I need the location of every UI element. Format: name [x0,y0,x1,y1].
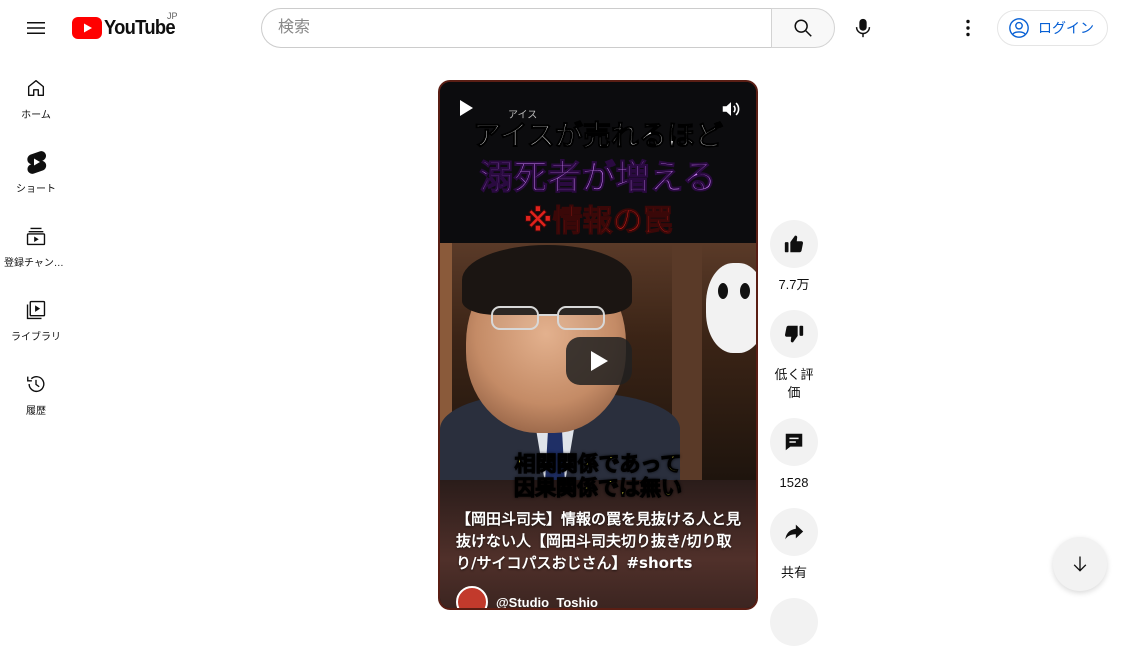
dislike-label: 低く評価 [774,367,814,400]
share-arrow-icon [785,524,804,540]
search-input[interactable] [261,8,771,48]
shorts-action-rail: 7.7万 低く評価 1528 共有 [770,220,818,646]
volume-icon [722,102,740,116]
voice-search-button[interactable] [843,8,883,48]
youtube-logo[interactable]: YouTube [72,16,181,40]
dislike-button[interactable] [770,310,818,358]
settings-more-button[interactable] [948,8,988,48]
share-action: 共有 [770,508,818,582]
sidebar-item-label: ホーム [21,110,51,121]
thumbs-down-icon [784,325,804,343]
mini-guide-sidebar: ホーム ショート 登録チャンネル ライブラリ 履歴 [0,56,72,426]
search-box [261,8,835,48]
caption-line-2: 因果関係では無い [514,476,683,501]
like-action: 7.7万 [770,220,818,294]
sidebar-item-shorts[interactable]: ショート [0,130,72,204]
login-label: ログイン [1038,20,1094,36]
mascot-eye [718,283,728,299]
comments-button[interactable] [770,418,818,466]
shorts-video-player[interactable]: アイス アイスが売れるほど 溺死者が増える ※情報の罠 相関関係であって 因果関… [438,80,758,610]
volume-button[interactable] [720,98,742,125]
sidebar-item-history[interactable]: 履歴 [0,352,72,426]
play-toggle-button[interactable] [458,99,474,122]
search-button[interactable] [771,8,835,48]
masthead: YouTube JP ログイン [0,0,1124,56]
like-count: 7.7万 [778,277,810,292]
video-title[interactable]: 【岡田斗司夫】情報の罠を見抜ける人と見抜けない人【岡田斗司夫切り抜き/切り取り/… [456,508,748,574]
mascot-eye [740,283,750,299]
headline-line-2: 溺死者が増える [479,158,717,199]
channel-row[interactable]: @Studio_Toshio [456,586,598,609]
account-circle-icon [1009,18,1029,38]
share-button[interactable] [770,508,818,556]
sidebar-item-label: 履歴 [26,406,46,417]
next-video-button[interactable] [1053,537,1107,591]
more-actions-button[interactable] [770,598,818,646]
sidebar-item-library[interactable]: ライブラリ [0,278,72,352]
guide-menu-button[interactable] [16,8,56,48]
microphone-icon [855,18,871,38]
sidebar-item-home[interactable]: ホーム [0,56,72,130]
like-button[interactable] [770,220,818,268]
play-icon [460,100,473,116]
play-icon [591,351,608,371]
dislike-action: 低く評価 [770,310,818,402]
mascot-figure [706,263,756,353]
subscriptions-icon [24,224,48,248]
logo-wordmark: YouTube [104,16,176,39]
channel-avatar[interactable] [456,586,488,608]
subtitle-caption: 相関関係であって 因果関係では無い [440,452,756,501]
home-icon [24,76,48,100]
sidebar-item-label: ライブラリ [11,332,61,343]
share-label: 共有 [780,565,807,580]
headline-line-1: アイスが売れるほど [473,119,724,153]
sidebar-item-label: 登録チャンネル [4,258,68,269]
more-vertical-icon [966,19,970,37]
channel-name[interactable]: @Studio_Toshio [496,595,598,609]
comment-count: 1528 [779,475,809,490]
search-icon [794,19,812,37]
thumbnail-headline-panel: アイス アイスが売れるほど 溺死者が増える ※情報の罠 [440,82,756,243]
library-icon [24,298,48,322]
speaker-glasses [491,306,605,330]
caption-line-1: 相関関係であって [514,452,682,477]
sidebar-item-subscriptions[interactable]: 登録チャンネル [0,204,72,278]
history-icon [24,372,48,396]
hamburger-menu-icon [27,22,45,34]
arrow-down-icon [1073,556,1087,572]
shorts-icon [24,150,48,174]
region-code: JP [167,11,178,21]
large-play-button[interactable] [566,337,632,385]
comment-icon [785,433,803,451]
headline-line-3: ※情報の罠 [523,204,673,240]
youtube-play-logo-icon [72,17,102,39]
comment-action: 1528 [770,418,818,492]
sidebar-item-label: ショート [16,184,56,195]
login-button[interactable]: ログイン [997,10,1108,46]
thumbs-up-icon [784,235,804,253]
